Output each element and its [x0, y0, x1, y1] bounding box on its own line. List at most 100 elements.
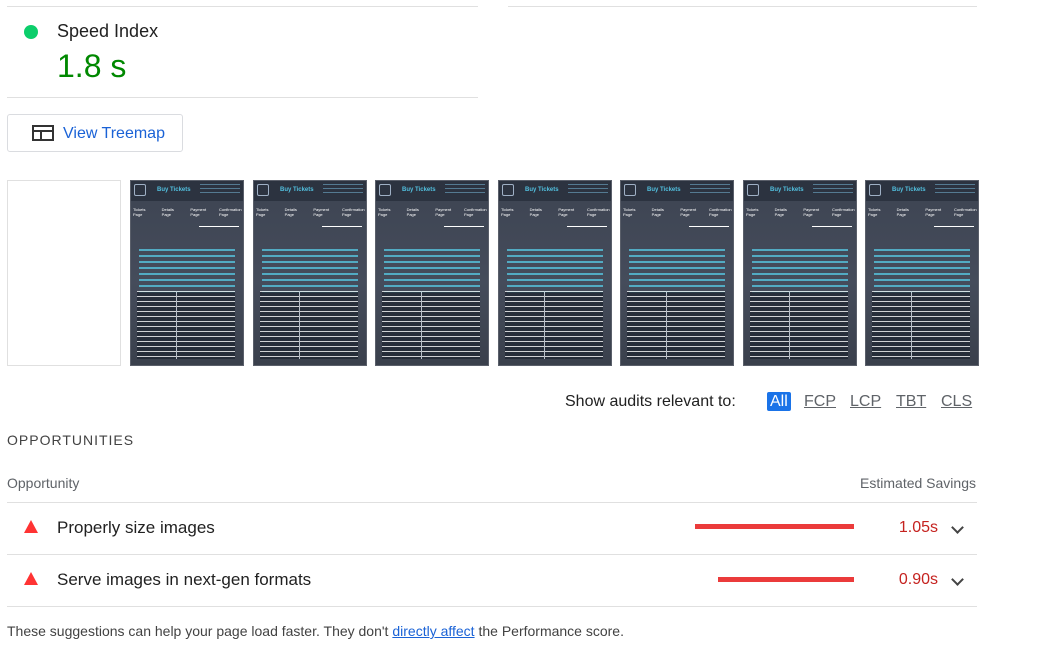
filmstrip-frame: Buy Tickets Tickets Page Details Page Payme… [620, 180, 734, 366]
logo-icon [257, 184, 269, 196]
frame-title: Buy Tickets [647, 187, 681, 193]
frame-steps: Tickets Page Details Page Payment Page Conf… [623, 207, 732, 219]
chevron-down-icon[interactable] [951, 521, 964, 534]
filmstrip-frame: Buy Tickets Tickets Page Details Page Payme… [375, 180, 489, 366]
frame-header: Buy Tickets [621, 181, 733, 201]
frame-title: Buy Tickets [402, 187, 436, 193]
frame-header: Buy Tickets [254, 181, 366, 201]
frame-message [629, 249, 725, 295]
filter-tbt[interactable]: TBT [896, 393, 926, 411]
frame-note [323, 184, 363, 196]
logo-icon [869, 184, 881, 196]
frame-steps: Tickets Page Details Page Payment Page Conf… [256, 207, 365, 219]
frame-steps: Tickets Page Details Page Payment Page Conf… [746, 207, 855, 219]
frame-message [384, 249, 480, 295]
view-treemap-button[interactable]: View Treemap [7, 114, 183, 152]
row-divider [7, 554, 977, 555]
filmstrip-frame: Buy Tickets Tickets Page Details Page Payme… [865, 180, 979, 366]
filmstrip-frame-blank [7, 180, 121, 366]
frame-step: Details Page [774, 207, 787, 217]
logo-icon [624, 184, 636, 196]
frame-step: Tickets Page [746, 207, 759, 217]
frame-step: Confirmation Page [463, 207, 487, 217]
frame-header: Buy Tickets [866, 181, 978, 201]
frame-message [507, 249, 603, 295]
logo-icon [502, 184, 514, 196]
frame-message [752, 249, 848, 295]
frame-table [382, 291, 480, 359]
section-title: OPPORTUNITIES [7, 432, 135, 448]
frame-step: Confirmation Page [586, 207, 610, 217]
frame-step: Details Page [406, 207, 419, 217]
frame-step: Payment Page [558, 207, 575, 217]
frame-step: Confirmation Page [831, 207, 855, 217]
frame-step: Payment Page [803, 207, 820, 217]
frame-table [260, 291, 358, 359]
frame-step: Tickets Page [256, 207, 269, 217]
frame-message [262, 249, 358, 295]
treemap-icon [32, 125, 54, 141]
frame-step: Confirmation Page [708, 207, 732, 217]
filter-all[interactable]: All [767, 392, 791, 411]
footer-text-after: the Performance score. [474, 623, 624, 639]
frame-step: Payment Page [925, 207, 942, 217]
opportunity-label: Serve images in next-gen formats [57, 570, 312, 589]
frame-header: Buy Tickets [744, 181, 856, 201]
frame-step: Tickets Page [623, 207, 636, 217]
top-divider-left [7, 6, 478, 7]
frame-underline [812, 226, 852, 227]
frame-step: Payment Page [190, 207, 207, 217]
frame-header: Buy Tickets [499, 181, 611, 201]
frame-step: Tickets Page [378, 207, 391, 217]
frame-message [874, 249, 970, 295]
frame-message [139, 249, 235, 295]
frame-step: Tickets Page [501, 207, 514, 217]
filter-fcp[interactable]: FCP [804, 393, 836, 411]
frame-underline [567, 226, 607, 227]
frame-note [690, 184, 730, 196]
metric-label: Speed Index [57, 21, 159, 41]
frame-title: Buy Tickets [157, 187, 191, 193]
frame-header: Buy Tickets [376, 181, 488, 201]
footer-note: These suggestions can help your page loa… [7, 623, 624, 639]
frame-underline [199, 226, 239, 227]
savings-bar [695, 524, 854, 529]
frame-table [137, 291, 235, 359]
frame-step: Details Page [284, 207, 297, 217]
logo-icon [379, 184, 391, 196]
directly-affect-link[interactable]: directly affect [392, 623, 474, 639]
metric-divider [7, 97, 478, 98]
opportunity-label: Properly size images [57, 518, 215, 537]
frame-table [627, 291, 725, 359]
frame-step: Tickets Page [133, 207, 146, 217]
top-divider-right [508, 6, 977, 7]
frame-underline [689, 226, 729, 227]
view-treemap-label: View Treemap [63, 125, 165, 142]
fail-icon [24, 572, 38, 585]
frame-step: Confirmation Page [341, 207, 365, 217]
chevron-down-icon[interactable] [951, 573, 964, 586]
frame-step: Details Page [651, 207, 664, 217]
frame-step: Payment Page [435, 207, 452, 217]
frame-step: Confirmation Page [953, 207, 977, 217]
frame-title: Buy Tickets [280, 187, 314, 193]
filmstrip-frame: Buy Tickets Tickets Page Details Page Payme… [498, 180, 612, 366]
frame-step: Tickets Page [868, 207, 881, 217]
frame-step: Payment Page [680, 207, 697, 217]
savings-value: 1.05s [898, 519, 938, 536]
column-estimated-savings: Estimated Savings [860, 475, 976, 491]
pass-icon [24, 25, 38, 39]
frame-table [872, 291, 970, 359]
savings-value: 0.90s [898, 571, 938, 588]
frame-step: Confirmation Page [218, 207, 242, 217]
filter-lcp[interactable]: LCP [850, 393, 881, 411]
frame-table [750, 291, 848, 359]
filmstrip-frame: Buy Tickets Tickets Page Details Page Payme… [743, 180, 857, 366]
frame-title: Buy Tickets [525, 187, 559, 193]
frame-underline [934, 226, 974, 227]
frame-note [568, 184, 608, 196]
logo-icon [747, 184, 759, 196]
fail-icon [24, 520, 38, 533]
row-divider [7, 606, 977, 607]
filter-cls[interactable]: CLS [941, 393, 972, 411]
